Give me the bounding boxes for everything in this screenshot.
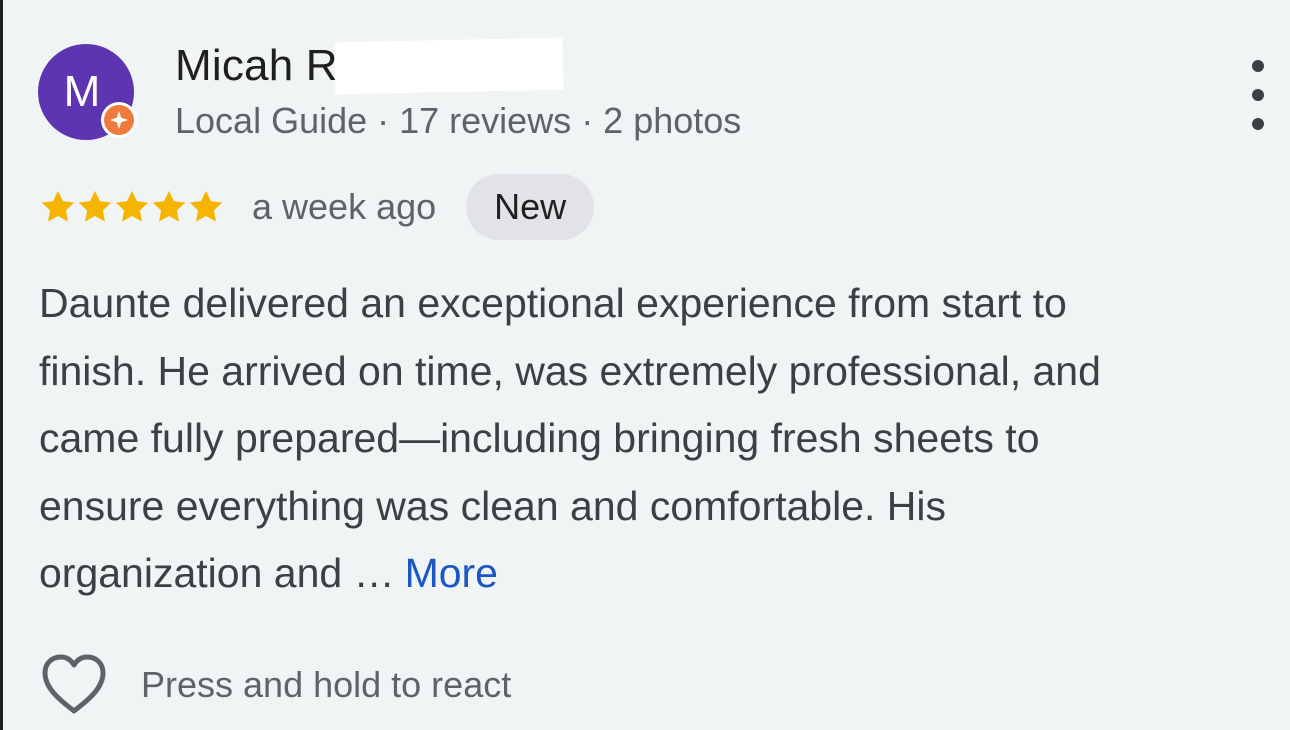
review-text-line: organization and …: [39, 550, 395, 596]
star-icon: [189, 190, 223, 222]
heart-outline-icon[interactable]: [39, 653, 109, 717]
star-icon: [152, 190, 186, 222]
react-row: Press and hold to react: [39, 650, 511, 720]
review-text-line: finish. He arrived on time, was extremel…: [39, 347, 1101, 394]
star-rating: [39, 188, 224, 226]
review-text-last-line: organization and … More: [39, 540, 1279, 608]
review-text-line: Daunte delivered an exceptional experien…: [39, 280, 1067, 326]
star-icon: [115, 190, 149, 222]
review-text-line: ensure everything was clean and comforta…: [39, 482, 947, 529]
more-vert-icon: [1252, 60, 1264, 72]
review-time: a week ago: [252, 186, 437, 227]
star-icon: [78, 190, 112, 222]
more-link[interactable]: More: [405, 550, 498, 596]
local-guide-badge-icon: [101, 102, 137, 138]
review-text: Daunte delivered an exceptional experien…: [39, 270, 1279, 608]
new-badge: New: [466, 174, 595, 240]
avatar-initial: M: [63, 67, 101, 116]
reviewer-name[interactable]: Micah R: [175, 41, 338, 91]
reviewer-meta: Local Guide · 17 reviews · 2 photos: [175, 100, 742, 141]
reviewer-name-row: Micah R: [175, 36, 564, 96]
more-options-button[interactable]: [1238, 60, 1278, 130]
redaction-block: [334, 37, 564, 95]
rating-row: a week ago New: [39, 172, 595, 242]
review-card: M Micah R Local Guide · 17 reviews · 2 p…: [0, 0, 1290, 730]
review-text-line: came fully prepared—including bringing f…: [39, 415, 1040, 461]
avatar[interactable]: M: [38, 44, 137, 140]
react-label: Press and hold to react: [141, 664, 512, 705]
star-icon: [41, 190, 75, 222]
